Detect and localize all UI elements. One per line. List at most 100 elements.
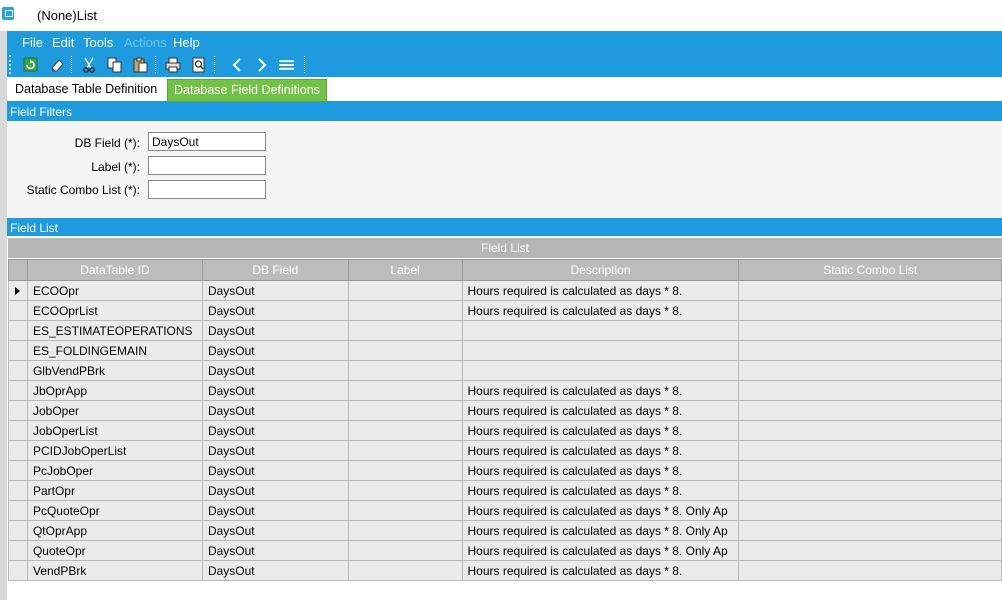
cell-datatable-id[interactable]: PcJobOper [26,460,203,481]
cell-datatable-id[interactable]: ES_ESTIMATEOPERATIONS [26,320,203,341]
cell-label[interactable] [347,500,463,521]
table-row[interactable]: VendPBrk DaysOut Hours required is calcula… [8,560,1002,581]
cell-datatable-id[interactable]: VendPBrk [26,560,203,581]
row-selector[interactable] [8,440,28,461]
row-selector[interactable] [8,540,28,561]
table-row[interactable]: PcJobOper DaysOut Hours required is calcul… [8,460,1002,481]
row-selector[interactable] [8,340,28,361]
cell-static-combo-list[interactable] [738,320,1002,341]
row-selector[interactable] [8,380,28,401]
print-icon[interactable] [164,56,181,73]
cell-description[interactable]: Hours required is calculated as days * 8… [461,540,740,561]
cell-description[interactable]: Hours required is calculated as days * 8… [461,500,740,521]
cell-label[interactable] [347,560,463,581]
table-row[interactable]: QtOprApp DaysOut Hours required is calcula… [8,520,1002,541]
table-row[interactable]: ES_ESTIMATEOPERATIONS DaysOut [8,320,1002,341]
row-selector[interactable] [8,300,28,321]
table-row[interactable]: JobOperList DaysOut Hours required is calc… [8,420,1002,441]
toolbar-grip[interactable] [9,55,13,74]
cell-db-field[interactable]: DaysOut [201,500,349,521]
row-selector[interactable] [8,560,28,581]
row-selector[interactable] [8,520,28,541]
cell-static-combo-list[interactable] [738,520,1002,541]
table-row[interactable]: PCIDJobOperList DaysOut Hours required is … [8,440,1002,461]
paste-icon[interactable] [132,56,149,73]
column-header-label[interactable]: Label [347,259,463,281]
db-field-input[interactable] [148,132,266,151]
cell-description[interactable]: Hours required is calculated as days * 8… [461,420,740,441]
menu-tools[interactable]: Tools [83,35,113,50]
cell-description[interactable] [461,340,740,361]
cell-datatable-id[interactable]: JobOperList [26,420,203,441]
column-header-description[interactable]: Description [461,259,740,281]
menu-help[interactable]: Help [173,35,200,50]
cell-datatable-id[interactable]: PcQuoteOpr [26,500,203,521]
table-row[interactable]: JbOprApp DaysOut Hours required is calcula… [8,380,1002,401]
cell-datatable-id[interactable]: JobOper [26,400,203,421]
cell-datatable-id[interactable]: PCIDJobOperList [26,440,203,461]
static-combo-list-input[interactable] [148,180,266,199]
cut-icon[interactable] [80,56,97,73]
cell-description[interactable]: Hours required is calculated as days * 8… [461,520,740,541]
cell-db-field[interactable]: DaysOut [201,280,349,301]
column-header-datatable-id[interactable]: DataTable ID [26,259,203,281]
cell-description[interactable] [461,320,740,341]
menu-edit[interactable]: Edit [52,35,74,50]
cell-db-field[interactable]: DaysOut [201,340,349,361]
cell-db-field[interactable]: DaysOut [201,440,349,461]
copy-icon[interactable] [106,56,123,73]
column-header-static-combo-list[interactable]: Static Combo List [738,259,1002,281]
column-header-db-field[interactable]: DB Field [201,259,349,281]
cell-label[interactable] [347,360,463,381]
cell-static-combo-list[interactable] [738,560,1002,581]
cell-label[interactable] [347,480,463,501]
table-row[interactable]: PartOpr DaysOut Hours required is calculat… [8,480,1002,501]
cell-description[interactable]: Hours required is calculated as days * 8… [461,460,740,481]
previous-icon[interactable] [228,56,245,73]
next-icon[interactable] [253,56,270,73]
cell-static-combo-list[interactable] [738,460,1002,481]
cell-description[interactable]: Hours required is calculated as days * 8… [461,480,740,501]
refresh-icon[interactable] [22,56,39,73]
cell-label[interactable] [347,300,463,321]
table-row[interactable]: QuoteOpr DaysOut Hours required is calcula… [8,540,1002,561]
tab-database-field-definitions[interactable]: Database Field Definitions [167,79,327,102]
cell-description[interactable]: Hours required is calculated as days * 8… [461,300,740,321]
cell-static-combo-list[interactable] [738,400,1002,421]
cell-db-field[interactable]: DaysOut [201,320,349,341]
table-row[interactable]: GlbVendPBrk DaysOut [8,360,1002,381]
row-selector[interactable] [8,400,28,421]
cell-datatable-id[interactable]: ECOOpr [26,280,203,301]
cell-label[interactable] [347,420,463,441]
cell-db-field[interactable]: DaysOut [201,380,349,401]
cell-static-combo-list[interactable] [738,540,1002,561]
cell-static-combo-list[interactable] [738,440,1002,461]
cell-description[interactable]: Hours required is calculated as days * 8… [461,400,740,421]
cell-description[interactable] [461,360,740,381]
menu-file[interactable]: File [22,35,43,50]
cell-static-combo-list[interactable] [738,380,1002,401]
cell-label[interactable] [347,460,463,481]
cell-datatable-id[interactable]: QtOprApp [26,520,203,541]
cell-label[interactable] [347,280,463,301]
clear-icon[interactable] [48,56,65,73]
cell-datatable-id[interactable]: GlbVendPBrk [26,360,203,381]
cell-db-field[interactable]: DaysOut [201,400,349,421]
cell-db-field[interactable]: DaysOut [201,360,349,381]
cell-label[interactable] [347,400,463,421]
cell-label[interactable] [347,340,463,361]
row-selector[interactable] [8,360,28,381]
cell-static-combo-list[interactable] [738,500,1002,521]
table-row[interactable]: PcQuoteOpr DaysOut Hours required is calcu… [8,500,1002,521]
cell-db-field[interactable]: DaysOut [201,560,349,581]
cell-label[interactable] [347,520,463,541]
cell-static-combo-list[interactable] [738,480,1002,501]
cell-label[interactable] [347,380,463,401]
cell-description[interactable]: Hours required is calculated as days * 8… [461,280,740,301]
cell-datatable-id[interactable]: ECOOprList [26,300,203,321]
table-row[interactable]: ECOOprList DaysOut Hours required is calcu… [8,300,1002,321]
cell-db-field[interactable]: DaysOut [201,300,349,321]
cell-datatable-id[interactable]: PartOpr [26,480,203,501]
cell-static-combo-list[interactable] [738,420,1002,441]
cell-db-field[interactable]: DaysOut [201,460,349,481]
